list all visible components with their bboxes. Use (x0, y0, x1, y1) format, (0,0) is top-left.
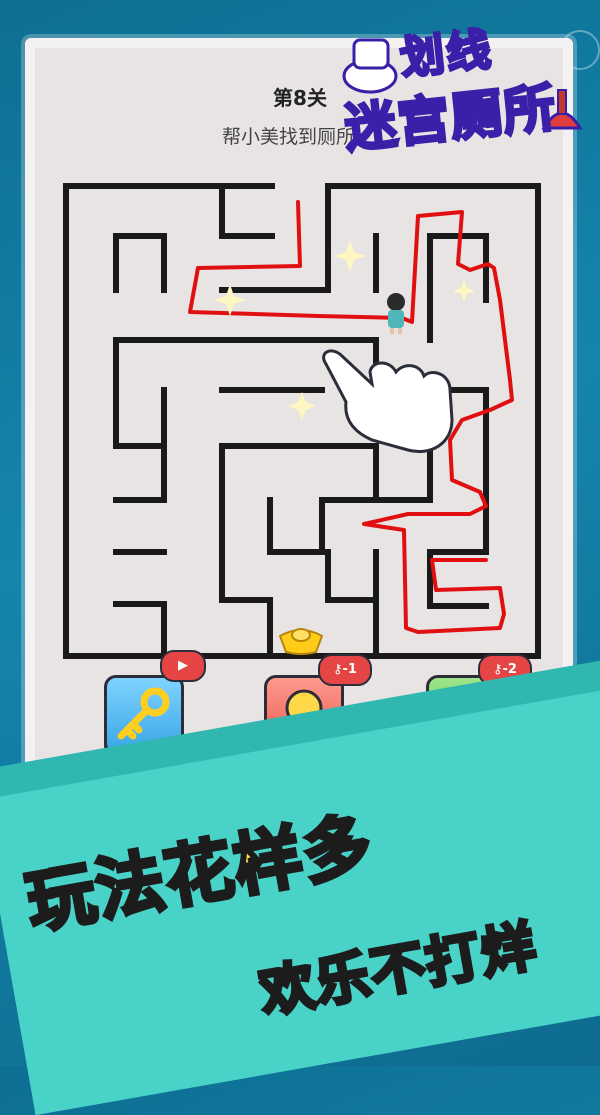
hint-cost-badge: ⚷-1 (318, 654, 372, 686)
video-badge: ▶ (160, 650, 206, 682)
key-small-icon: ⚷ (493, 662, 503, 677)
pointing-hand-icon (322, 349, 454, 453)
game-logo: 划线 迷宫厕所 (338, 14, 598, 194)
girl-character-icon (387, 293, 405, 334)
gold-ingot-icon (278, 628, 324, 655)
video-camera-icon: ▶ (178, 658, 188, 673)
key-small-icon: ⚷ (333, 662, 343, 677)
maze-walls (63, 183, 541, 659)
